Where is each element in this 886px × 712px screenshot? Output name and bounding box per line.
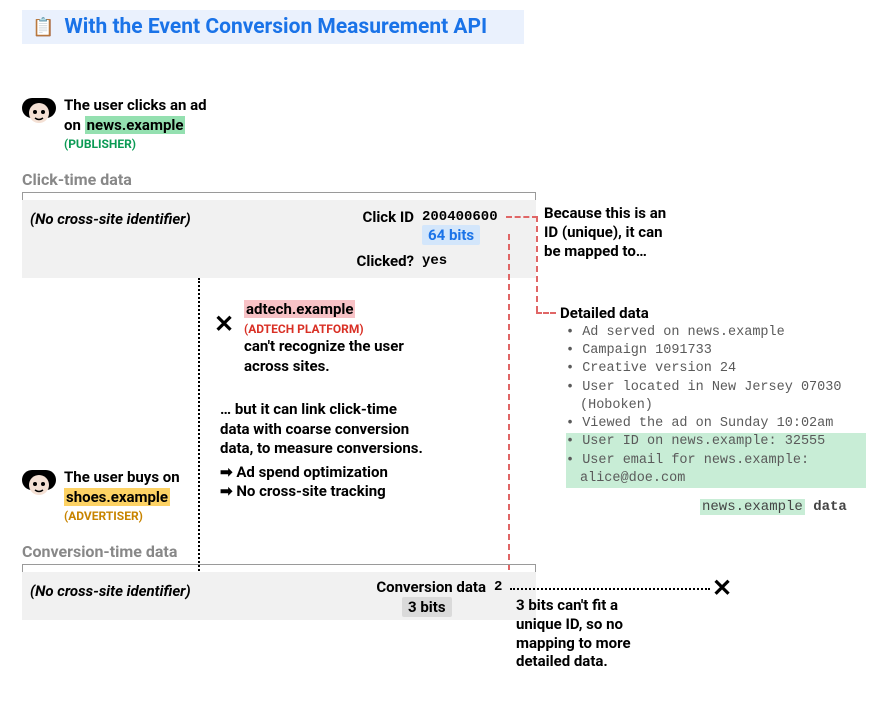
clicked-value: yes — [422, 252, 447, 270]
step2-role: (ADVERTISER) — [64, 509, 264, 525]
adtech-line2: across sites. — [244, 357, 474, 377]
list-item-cont: (Hoboken) — [566, 397, 866, 415]
conversion-data-label: Conversion data — [300, 578, 486, 598]
detailed-data-title: Detailed data — [560, 304, 649, 324]
adtech-line1: can't recognize the user — [244, 337, 474, 357]
footer-suffix: data — [805, 499, 847, 515]
section-divider — [22, 192, 536, 193]
list-item-hl-cont: alice@doe.com — [566, 470, 866, 488]
list-item-hl: User email for news.example: — [566, 452, 866, 470]
step1-line1: The user clicks an ad — [64, 96, 284, 116]
title-text: With the Event Conversion Measurement AP… — [64, 15, 487, 39]
adtech-role: (ADTECH PLATFORM) — [244, 322, 474, 338]
click-id-label: Click ID — [346, 208, 414, 228]
connector-red — [508, 234, 510, 590]
adtech-site: adtech.example — [244, 300, 355, 318]
conversion-section-header: Conversion-time data — [22, 542, 177, 561]
list-item: Ad served on news.example — [566, 325, 785, 340]
conversion-data-value: 2 — [494, 578, 502, 596]
step1-site: news.example — [85, 116, 186, 134]
bits-note: 3 bits can't fit a unique ID, so no mapp… — [516, 596, 686, 671]
connector-red — [536, 312, 556, 314]
no-cross-site-id-1: (No cross-site identifier) — [30, 210, 191, 230]
no-cross-site-id-2: (No cross-site identifier) — [30, 582, 191, 602]
user-avatar-icon — [22, 470, 56, 504]
step2-caption: The user buys on shoes.example (ADVERTIS… — [64, 468, 264, 525]
step1-role: (PUBLISHER) — [64, 137, 284, 153]
adtech-block: adtech.example (ADTECH PLATFORM) can't r… — [244, 300, 474, 376]
connector-dotted — [510, 588, 710, 590]
step2-line1: The user buys on — [64, 468, 264, 488]
title-bar: 📋 With the Event Conversion Measurement … — [22, 10, 524, 44]
connector-red — [506, 216, 538, 218]
step2-site: shoes.example — [64, 488, 170, 506]
click-id-value: 200400600 — [422, 208, 498, 226]
cross-icon: ✕ — [214, 310, 234, 338]
detailed-data-list: Ad served on news.example Campaign 10917… — [566, 324, 866, 488]
cross-icon: ✕ — [712, 574, 732, 602]
click-section-header: Click-time data — [22, 170, 132, 189]
list-item: Creative version 24 — [566, 361, 736, 376]
list-item: User located in New Jersey 07030 — [566, 380, 841, 395]
user-avatar-icon — [22, 98, 56, 132]
detailed-data-footer: news.example data — [700, 498, 847, 515]
click-id-bits-badge: 64 bits — [422, 226, 480, 244]
connector-red — [536, 216, 538, 312]
clicked-label: Clicked? — [346, 252, 414, 272]
step1-line2: on news.example — [64, 116, 284, 136]
section-divider — [22, 564, 536, 565]
step1-caption: The user clicks an ad on news.example (P… — [64, 96, 284, 153]
because-note: Because this is an ID (unique), it can b… — [544, 204, 714, 260]
conversion-bits-badge: 3 bits — [402, 598, 452, 616]
footer-site: news.example — [700, 499, 805, 515]
list-item: Campaign 1091733 — [566, 343, 712, 358]
connector-dotted — [198, 278, 200, 574]
list-item: Viewed the ad on Sunday 10:02am — [566, 416, 833, 431]
list-item-hl: User ID on news.example: 32555 — [566, 433, 866, 451]
clipboard-icon: 📋 — [32, 17, 54, 38]
